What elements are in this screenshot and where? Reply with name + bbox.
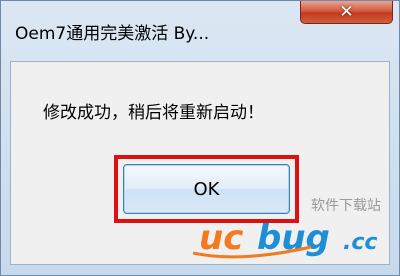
window-title: Oem7通用完美激活 By...: [15, 24, 210, 44]
close-icon: ✕: [339, 1, 354, 22]
title-bar[interactable]: Oem7通用完美激活 By... ✕: [1, 1, 399, 61]
ok-button[interactable]: OK: [123, 164, 290, 214]
dialog-window: Oem7通用完美激活 By... ✕ 修改成功，稍后将重新启动！ OK 软件下载…: [0, 0, 400, 276]
dialog-content: 修改成功，稍后将重新启动！ OK: [10, 61, 390, 265]
close-button[interactable]: ✕: [300, 1, 393, 24]
message-text: 修改成功，稍后将重新启动！: [43, 103, 264, 123]
